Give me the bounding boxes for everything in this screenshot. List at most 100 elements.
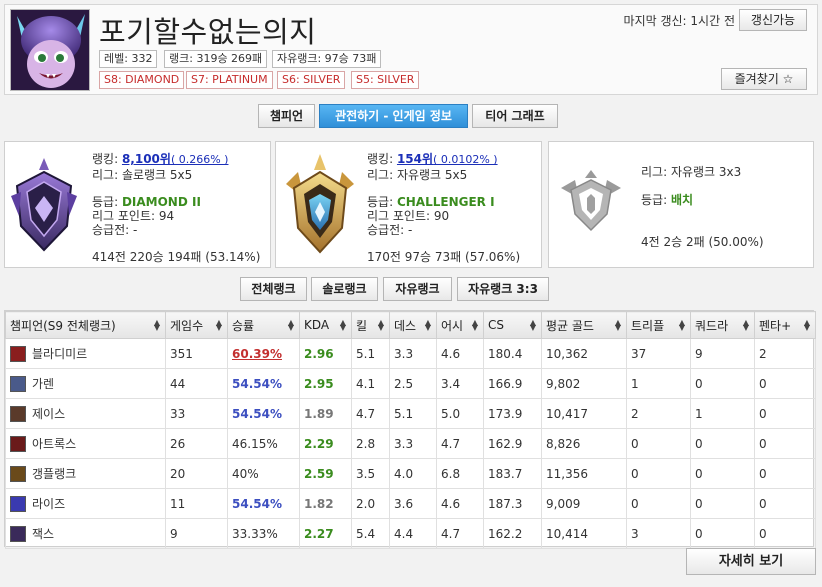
cell-winrate: 40% [227,458,300,489]
sort-arrows-icon: ▲ ▼ [529,318,536,332]
champion-portrait-icon [10,375,26,392]
champion-cell: 제이스 [5,398,166,429]
cell-quadra: 0 [690,458,755,489]
sort-header-col-assists[interactable]: 어시 ▲ ▼ [436,311,484,339]
champion-portrait-icon [10,495,26,512]
champion-stats-table: 챔피언(S9 전체랭크) ▲ ▼ 게임수 ▲ ▼ 승률 ▲ ▼ KDA ▲ ▼ 킬 ▲ ▼ 데스 ▲ ▼ 어시 ▲ ▼ C… [4,310,816,549]
table-row[interactable]: 잭스 9 33.33% 2.27 5.4 4.4 4.7 162.2 10,414 3 0 0 [5,518,816,549]
sort-header-col-kills[interactable]: 킬 ▲ ▼ [351,311,390,339]
cell-winrate: 46.15% [227,428,300,459]
filter-all-ranked[interactable]: 전체랭크 [240,277,307,301]
flex-ranking-link[interactable]: 154위 [397,152,433,166]
update-button[interactable]: 갱신가능 [739,9,807,31]
cell-quadra: 0 [690,488,755,519]
last-updated: 마지막 갱신: 1시간 전 [623,14,735,28]
cell-quadra: 0 [690,518,755,549]
cell-d: 3.3 [389,338,437,369]
cell-gold: 8,826 [541,428,627,459]
sort-header-col-penta[interactable]: 펜타+ ▲ ▼ [754,311,816,339]
cell-triple: 0 [626,458,691,489]
summoner-name: 포기할수없는의지 [99,15,317,49]
cell-penta: 0 [754,518,816,549]
sort-header-col-kda[interactable]: KDA ▲ ▼ [299,311,352,339]
level-tag: 레벨: 332 [99,50,158,68]
table-row[interactable]: 가렌 44 54.54% 2.95 4.1 2.5 3.4 166.9 9,802 1 0 0 [5,368,816,399]
season-badge-s5: S5: SILVER [351,71,420,89]
filter-flex-3v3[interactable]: 자유랭크 3:3 [457,277,549,301]
cell-penta: 0 [754,398,816,429]
cell-a: 4.7 [436,428,484,459]
cell-k: 4.7 [351,398,390,429]
solo-ranking-link[interactable]: 8,100위 [122,152,171,166]
header-label: 승률 [232,318,255,333]
cell-k: 2.0 [351,488,390,519]
cell-gold: 10,414 [541,518,627,549]
sort-header-col-deaths[interactable]: 데스 ▲ ▼ [389,311,437,339]
champion-name: 라이즈 [32,497,66,511]
header-label: 챔피언(S9 전체랭크) [10,318,116,333]
tab-tier-graph[interactable]: 티어 그래프 [472,104,558,128]
solo-ranking: 랭킹: 8,100위( 0.266% ) [92,150,228,167]
table-row[interactable]: 제이스 33 54.54% 1.89 4.7 5.1 5.0 173.9 10,417 2 1 0 [5,398,816,429]
table-row[interactable]: 갱플랭크 20 40% 2.59 3.5 4.0 6.8 183.7 11,356 0 0 0 [5,458,816,489]
champion-name: 아트록스 [32,437,77,451]
champion-portrait-icon [10,525,26,542]
tt-tier: 등급: 배치 [641,191,693,208]
table-row[interactable]: 라이즈 11 54.54% 1.82 2.0 3.6 4.6 187.3 9,009 0 0 0 [5,488,816,519]
cell-games: 44 [165,368,228,399]
header-label: 펜타+ [759,318,792,333]
profile-header: 포기할수없는의지 레벨: 332 랭크: 319승 269패 자유랭크: 97승… [4,4,818,95]
tab-champion[interactable]: 챔피언 [258,104,315,128]
champion-portrait-icon [10,345,26,362]
cell-cs: 180.4 [483,338,542,369]
table-row[interactable]: 아트록스 26 46.15% 2.29 2.8 3.3 4.7 162.9 8,826 0 0 0 [5,428,816,459]
sort-header-col-champion[interactable]: 챔피언(S9 전체랭크) ▲ ▼ [5,311,166,339]
cell-winrate: 54.54% [227,398,300,429]
favorite-button[interactable]: 즐겨찾기 ☆ [721,68,807,90]
rank-record-tag: 랭크: 319승 269패 [164,50,268,68]
cell-penta: 0 [754,488,816,519]
champion-portrait-icon [10,465,26,482]
sort-header-col-avg-gold[interactable]: 평균 골드 ▲ ▼ [541,311,627,339]
sort-arrows-icon: ▲ ▼ [215,318,222,332]
cell-d: 2.5 [389,368,437,399]
cell-gold: 10,417 [541,398,627,429]
cell-games: 26 [165,428,228,459]
table-row[interactable]: 블라디미르 351 60.39% 2.96 5.1 3.3 4.6 180.4 10,362 37… [5,338,816,369]
filter-flex-ranked[interactable]: 자유랭크 [383,277,452,301]
cell-gold: 10,362 [541,338,627,369]
champion-name: 제이스 [32,407,66,421]
champion-cell: 가렌 [5,368,166,399]
sort-header-col-triple[interactable]: 트리플 ▲ ▼ [626,311,691,339]
cell-quadra: 0 [690,368,755,399]
cell-games: 20 [165,458,228,489]
cell-kda: 1.89 [299,398,352,429]
sort-header-col-quadra[interactable]: 쿼드라 ▲ ▼ [690,311,755,339]
cell-d: 4.4 [389,518,437,549]
flex-league: 리그: 자유랭크 5x5 [367,168,468,182]
champion-portrait-icon [10,435,26,452]
filter-solo-ranked[interactable]: 솔로랭크 [311,277,378,301]
cell-d: 5.1 [389,398,437,429]
cell-games: 11 [165,488,228,519]
sort-header-col-games[interactable]: 게임수 ▲ ▼ [165,311,228,339]
cell-cs: 183.7 [483,458,542,489]
cell-penta: 2 [754,338,816,369]
cell-a: 3.4 [436,368,484,399]
cell-a: 4.6 [436,488,484,519]
flex-ranking-pct: ( 0.0102% ) [433,153,498,166]
tab-spectate-ingame[interactable]: 관전하기 - 인게임 정보 [319,104,468,128]
diamond-emblem-icon [9,156,79,257]
cell-triple: 1 [626,368,691,399]
sort-header-col-cs[interactable]: CS ▲ ▼ [483,311,542,339]
cell-k: 4.1 [351,368,390,399]
tt-tier-label: 등급: [641,193,668,207]
cell-k: 2.8 [351,428,390,459]
season-badge-s7: S7: PLATINUM [186,71,273,89]
flex-ranking: 랭킹: 154위( 0.0102% ) [367,150,498,167]
sort-header-col-winrate[interactable]: 승률 ▲ ▼ [227,311,300,339]
champion-cell: 라이즈 [5,488,166,519]
cell-kda: 2.29 [299,428,352,459]
cell-d: 3.6 [389,488,437,519]
view-details-button[interactable]: 자세히 보기 [686,548,816,575]
